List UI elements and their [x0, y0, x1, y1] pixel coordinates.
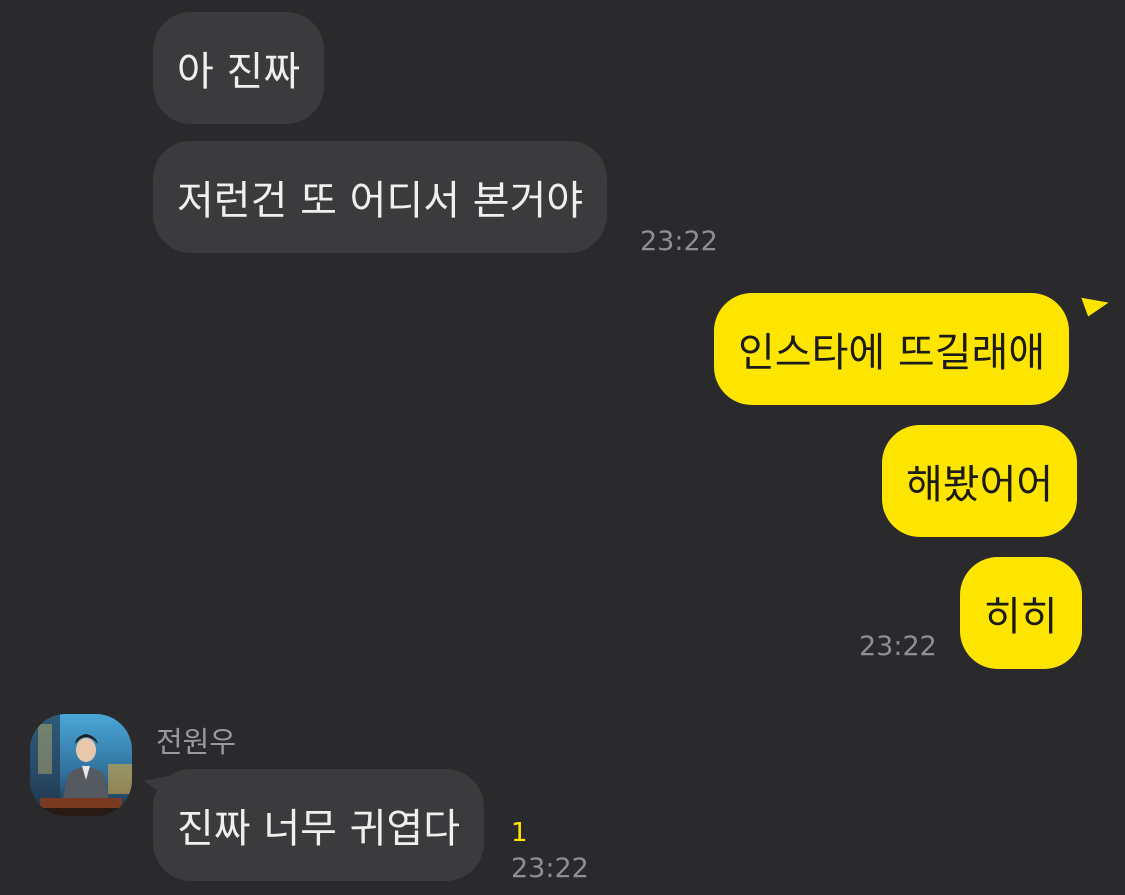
- message-timestamp: 23:22: [859, 631, 937, 662]
- message-bubble-incoming[interactable]: 진짜 너무 귀엽다: [153, 769, 485, 881]
- chat-window: 아 진짜 저런건 또 어디서 본거야 23:22 인스타에 뜨길래애 해봤어어 …: [0, 0, 1125, 895]
- message-bubble-incoming[interactable]: 아 진짜: [153, 12, 325, 124]
- message-text: 히히: [984, 594, 1058, 640]
- message-text: 진짜 너무 귀엽다: [177, 806, 461, 852]
- message-bubble-outgoing[interactable]: 인스타에 뜨길래애: [714, 293, 1070, 405]
- unread-count-badge: 1: [511, 818, 528, 848]
- message-text: 아 진짜: [177, 49, 301, 95]
- profile-photo-icon: [30, 714, 132, 816]
- message-text: 인스타에 뜨길래애: [738, 330, 1046, 376]
- message-bubble-incoming[interactable]: 저런건 또 어디서 본거야: [153, 141, 608, 253]
- message-text: 저런건 또 어디서 본거야: [177, 178, 584, 224]
- message-timestamp: 23:22: [511, 853, 589, 884]
- sender-name: 전원우: [156, 725, 237, 759]
- message-bubble-outgoing[interactable]: 히히: [960, 557, 1082, 669]
- message-bubble-outgoing[interactable]: 해봤어어: [882, 425, 1078, 537]
- message-text: 해봤어어: [906, 462, 1054, 508]
- avatar[interactable]: [30, 714, 132, 816]
- bubble-tail-outgoing: [1081, 289, 1111, 317]
- message-timestamp: 23:22: [640, 226, 718, 257]
